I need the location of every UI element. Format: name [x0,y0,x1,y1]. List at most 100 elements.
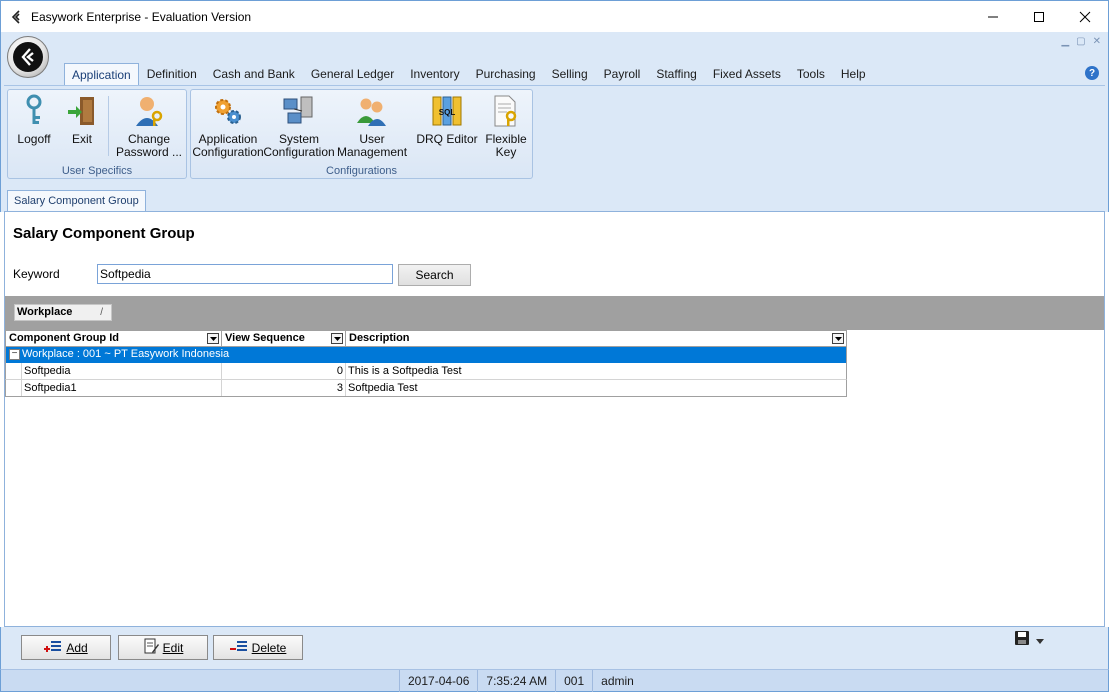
add-button[interactable]: Add [21,635,111,660]
system-configuration-button[interactable]: System Configuration [263,93,335,159]
tab-inventory[interactable]: Inventory [402,63,467,85]
table-row[interactable]: Softpedia 0 This is a Softpedia Test [5,363,847,380]
tab-general-ledger[interactable]: General Ledger [303,63,402,85]
drq-editor-button[interactable]: SQL DRQ Editor [415,93,479,146]
keyword-label: Keyword [13,267,60,281]
column-header-component-group-id[interactable]: Component Group Id [6,331,222,346]
column-header-label: Component Group Id [9,332,119,344]
application-menu-button[interactable] [7,36,49,78]
row-indent [6,363,22,379]
minimize-button[interactable] [970,1,1016,32]
group-by-chip-workplace[interactable]: Workplace / [14,304,112,321]
edit-document-icon [143,638,159,657]
app-logo-icon [13,42,43,72]
group-by-chip-label: Workplace [17,306,73,318]
cell-component-group-id[interactable]: Softpedia [22,363,222,379]
ribbon-separator [108,96,109,156]
logoff-label: Logoff [17,132,51,146]
column-header-label: Description [349,332,410,344]
application-configuration-button[interactable]: Application Configuration [192,93,264,159]
tab-definition[interactable]: Definition [139,63,205,85]
grid-header: Component Group Id View Sequence Descrip… [5,330,847,347]
tab-selling[interactable]: Selling [544,63,596,85]
tab-fixed-assets[interactable]: Fixed Assets [705,63,789,85]
tab-tools[interactable]: Tools [789,63,833,85]
column-header-description[interactable]: Description [346,331,846,346]
user-management-button[interactable]: User Management [337,93,407,159]
key-icon [17,93,51,129]
main-content: Salary Component Group Keyword Search Wo… [4,211,1105,627]
mdi-close-icon[interactable]: ✕ [1093,36,1101,47]
page-title: Salary Component Group [13,225,195,242]
search-button[interactable]: Search [398,264,471,286]
exit-label: Exit [71,132,92,146]
column-header-label: View Sequence [225,332,305,344]
sql-editor-icon: SQL [430,93,464,129]
user-management-label-2: Management [336,145,408,159]
key-document-icon [489,93,523,129]
chevron-down-icon[interactable] [1036,633,1044,647]
maximize-button[interactable] [1016,1,1062,32]
status-user: admin [592,670,642,692]
tab-purchasing[interactable]: Purchasing [468,63,544,85]
tab-staffing[interactable]: Staffing [648,63,704,85]
edit-button[interactable]: Edit [118,635,208,660]
cell-component-group-id[interactable]: Softpedia1 [22,380,222,396]
help-icon[interactable]: ? [1085,66,1099,80]
flexible-key-button[interactable]: Flexible Key [481,93,531,159]
exit-button[interactable]: Exit [60,93,104,146]
title-bar: Easywork Enterprise - Evaluation Version [0,0,1109,32]
add-label: Add [66,640,88,655]
window-title: Easywork Enterprise - Evaluation Version [31,9,252,24]
filter-dropdown-icon[interactable] [207,333,219,344]
table-row[interactable]: Softpedia1 3 Softpedia Test [5,380,847,397]
users-icon [355,93,389,129]
data-grid: Component Group Id View Sequence Descrip… [5,330,847,397]
ribbon-panel: Logoff Exit Change Password ... User Spe… [4,85,1105,180]
edit-label: Edit [162,640,184,655]
add-row-icon [44,639,62,656]
tab-help[interactable]: Help [833,63,874,85]
document-tab-strip: Salary Component Group [0,182,1109,212]
application-configuration-label-2: Configuration [192,145,264,159]
mdi-window-controls: ▁ ▢ ✕ [1061,36,1101,47]
tab-salary-component-group[interactable]: Salary Component Group [7,190,146,212]
status-time: 7:35:24 AM [477,670,555,692]
action-bar: Add Edit Delete [0,627,1109,669]
close-button[interactable] [1062,1,1108,32]
group-row[interactable]: − Workplace : 001 ~ PT Easywork Indonesi… [5,347,847,363]
group-configurations: Application Configuration System Configu… [190,89,533,179]
cell-view-sequence[interactable]: 3 [222,380,346,396]
save-menu[interactable] [1014,630,1044,649]
filter-dropdown-icon[interactable] [331,333,343,344]
cell-description[interactable]: Softpedia Test [346,380,846,396]
ribbon-tabs: Application Definition Cash and Bank Gen… [64,63,874,85]
flexible-key-label-2: Key [495,145,517,159]
save-icon[interactable] [1014,630,1030,649]
tab-cash-and-bank[interactable]: Cash and Bank [205,63,303,85]
drq-editor-label: DRQ Editor [416,132,478,146]
delete-button[interactable]: Delete [213,635,303,660]
row-indent [6,380,22,396]
sort-indicator: / [100,307,103,318]
keyword-input[interactable] [97,264,393,284]
group-label-configurations: Configurations [326,165,397,177]
logoff-button[interactable]: Logoff [12,93,56,146]
collapse-icon[interactable]: − [9,349,20,360]
column-header-view-sequence[interactable]: View Sequence [222,331,346,346]
mdi-minimize-icon[interactable]: ▁ [1061,36,1069,47]
change-password-button[interactable]: Change Password ... [113,93,185,159]
app-logo-icon [9,9,25,25]
status-workplace-code: 001 [555,670,592,692]
tab-application[interactable]: Application [64,63,139,85]
status-bar: 2017-04-06 7:35:24 AM 001 admin [0,669,1109,692]
tab-payroll[interactable]: Payroll [596,63,649,85]
network-computers-icon [282,93,316,129]
filter-dropdown-icon[interactable] [832,333,844,344]
cell-view-sequence[interactable]: 0 [222,363,346,379]
cell-description[interactable]: This is a Softpedia Test [346,363,846,379]
delete-label: Delete [251,640,287,655]
delete-row-icon [229,639,248,656]
group-label-user-specifics: User Specifics [61,165,133,177]
mdi-restore-icon[interactable]: ▢ [1076,36,1085,47]
